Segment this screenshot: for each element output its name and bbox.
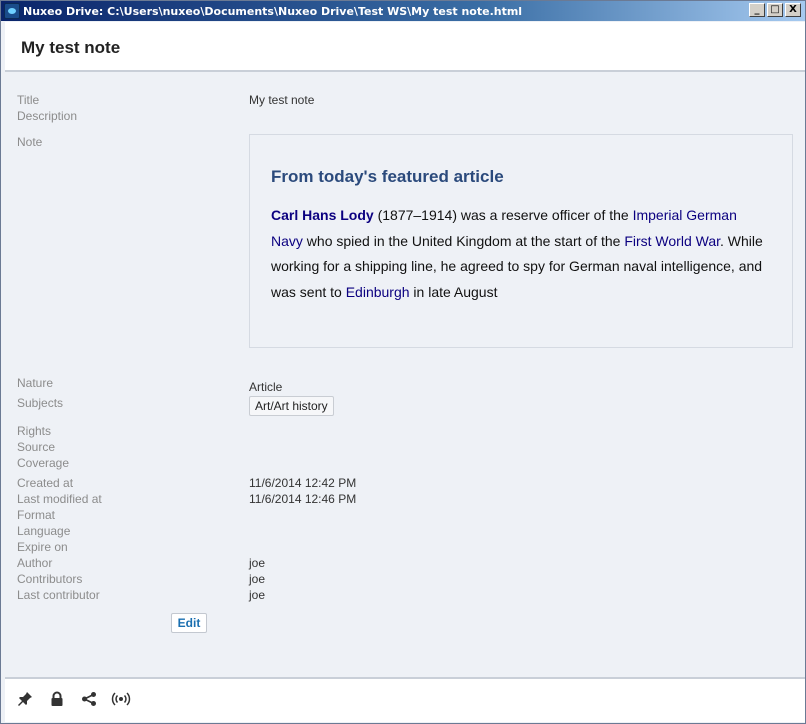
note-text: in late August [409,283,498,300]
window-controls: _ □ X [749,3,801,17]
title-label: Title [17,93,40,107]
note-content: From today's featured article Carl Hans … [249,134,793,348]
nature-value: Article [249,380,283,394]
last-contributor-label: Last contributor [17,588,100,602]
note-heading: From today's featured article [271,167,504,186]
subject-tag[interactable]: Art/Art history [249,396,334,416]
last-modified-value: 11/6/2014 12:46 PM [249,492,357,506]
language-label: Language [17,524,71,538]
page-title: My test note [21,38,121,57]
last-contributor-value: joe [249,588,266,602]
pin-icon[interactable] [17,691,33,707]
note-label: Note [17,135,43,149]
rights-label: Rights [17,424,52,438]
contributors-label: Contributors [17,572,83,586]
expire-on-label: Expire on [17,540,68,554]
description-label: Description [17,109,78,123]
app-window: Nuxeo Drive: C:\Users\nuxeo\Documents\Nu… [0,0,806,724]
created-at-value: 11/6/2014 12:42 PM [249,476,357,490]
close-button[interactable]: X [785,3,801,17]
author-label: Author [17,556,53,570]
format-label: Format [17,508,56,522]
action-footer [5,677,805,722]
nature-label: Nature [17,376,54,390]
source-label: Source [17,440,56,454]
contributors-value: joe [249,572,266,586]
note-link-edinburgh[interactable]: Edinburgh [346,284,410,300]
title-value: My test note [249,93,315,107]
lock-icon[interactable] [49,691,65,707]
title-bar[interactable]: Nuxeo Drive: C:\Users\nuxeo\Documents\Nu… [1,1,805,21]
note-text: who spied in the United Kingdom at the s… [302,232,625,249]
share-icon[interactable] [81,691,97,707]
note-link-ww1[interactable]: First World War [624,233,720,249]
note-body: Carl Hans Lody (1877–1914) was a reserve… [271,203,771,305]
window-title: Nuxeo Drive: C:\Users\nuxeo\Documents\Nu… [23,4,523,18]
nuxeo-drive-icon [4,3,20,19]
author-value: joe [249,556,266,570]
created-at-label: Created at [17,476,74,490]
document-header: My test note [5,22,805,72]
minimize-button[interactable]: _ [749,3,765,17]
edit-button[interactable]: Edit [171,613,207,633]
last-modified-label: Last modified at [17,492,102,506]
subjects-label: Subjects [17,396,64,410]
note-subject-link[interactable]: Carl Hans Lody [271,207,374,223]
maximize-button[interactable]: □ [767,3,783,17]
broadcast-icon[interactable] [111,691,131,707]
metadata-panel: Title My test note Description Note From… [5,74,805,677]
coverage-label: Coverage [17,456,70,470]
note-text: (1877–1914) was a reserve officer of the [373,207,633,223]
